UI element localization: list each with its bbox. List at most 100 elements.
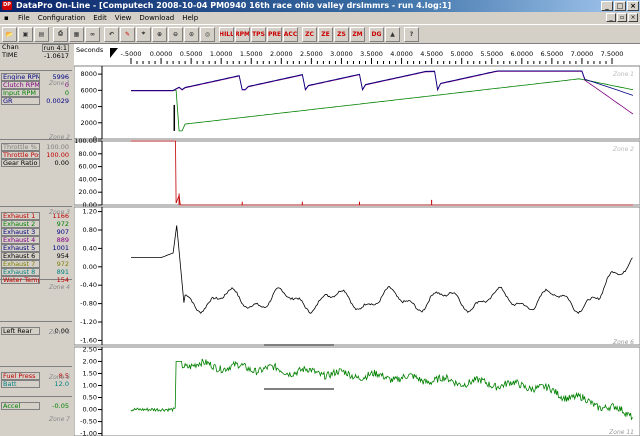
channel-label[interactable]: Exhaust 6 (1, 252, 40, 260)
channel-label[interactable]: Clutch RPM (1, 81, 40, 89)
binoculars-icon[interactable]: ∞ (85, 26, 100, 42)
dg-label: DG (371, 30, 382, 38)
folder-icon[interactable]: ▤ (34, 26, 49, 42)
undo-icon[interactable]: ↶ (104, 26, 119, 42)
y-tick-label: 80.00 (78, 150, 97, 158)
zone-e-label: ZE (321, 30, 330, 38)
channel-row[interactable]: Throttle % 100.00 (0, 143, 72, 151)
channel-label[interactable]: Fuel Press (1, 372, 40, 380)
menu-bar: ▪ File Configuration Edit View Download … (0, 12, 640, 24)
channel-label[interactable]: Throttle Pos (1, 151, 40, 159)
print-icon[interactable]: ⎙ (53, 26, 68, 42)
channel-row[interactable]: Exhaust 4 889 (0, 236, 72, 244)
print-preview-icon[interactable]: ▦ (69, 26, 84, 42)
plot-area[interactable]: Seconds -.5000 0.0000 0.5000 1.0000 1.5000 2.0… (74, 44, 640, 436)
mdi-minimize-button[interactable]: _ (606, 13, 616, 22)
marker-pre-button[interactable]: PRE (267, 26, 282, 42)
help-icon[interactable]: ? (404, 26, 419, 42)
save-icon[interactable]: ▣ (18, 26, 33, 42)
maximize-button[interactable]: □ (614, 1, 626, 11)
channel-row[interactable]: Gear Ratio 0.00 (0, 159, 72, 167)
zone-s-button[interactable]: ZS (334, 26, 349, 42)
channel-row[interactable]: Input RPM 0 (0, 89, 72, 97)
mdi-close-button[interactable]: × (628, 13, 638, 22)
time-tick-label: 1.0000 (210, 50, 233, 58)
marker-hill-button[interactable]: HILL (219, 26, 234, 42)
mdi-restore-button[interactable]: ▫ (617, 13, 627, 22)
channel-row[interactable]: Exhaust 6 954 (0, 252, 72, 260)
open-folder-icon[interactable]: 📂 (2, 26, 17, 42)
channel-row[interactable]: Batt 12.0 (0, 380, 72, 388)
channel-row[interactable]: Exhaust 8 891 (0, 268, 72, 276)
channel-label[interactable]: Input RPM (1, 89, 40, 97)
zone-m-button[interactable]: ZM (350, 26, 365, 42)
close-button[interactable]: × (627, 1, 639, 11)
channel-row[interactable]: Exhaust 5 1001 (0, 244, 72, 252)
zoom-fit-icon[interactable]: ◎ (200, 26, 215, 42)
zone-e-button[interactable]: ZE (318, 26, 333, 42)
panel-splitter-handle[interactable] (264, 388, 334, 390)
channel-label[interactable]: Batt (1, 380, 40, 388)
cursor-flag-icon[interactable] (110, 48, 118, 58)
zoom-in-icon[interactable]: ⊕ (152, 26, 167, 42)
channel-label[interactable]: Engine RPM (1, 73, 40, 81)
zone-separator[interactable] (0, 321, 72, 322)
channel-label[interactable]: Left Rear (1, 327, 40, 335)
time-tick-label: 3.5000 (360, 50, 383, 58)
channel-row[interactable]: GR 0.0029 (0, 97, 72, 105)
channel-label[interactable]: Exhaust 8 (1, 268, 40, 276)
channel-label[interactable]: Exhaust 2 (1, 220, 40, 228)
y-tick-label: -0.80 (80, 300, 97, 308)
marker-acc-button[interactable]: ACC (283, 26, 298, 42)
menu-configuration[interactable]: Configuration (34, 14, 89, 22)
channel-label[interactable]: Exhaust 4 (1, 236, 40, 244)
channel-row[interactable]: Exhaust 3 907 (0, 228, 72, 236)
menu-file[interactable]: File (14, 14, 34, 22)
channel-row[interactable]: Throttle Pos 100.00 (0, 151, 72, 159)
pencil-icon[interactable]: ✎ (120, 26, 135, 42)
channel-label[interactable]: GR (1, 97, 40, 105)
menu-edit[interactable]: Edit (89, 14, 111, 22)
zone-separator[interactable] (0, 70, 72, 71)
panel-splitter-handle[interactable] (264, 344, 334, 346)
channel-label[interactable]: Accel (1, 402, 40, 410)
zoom-out-icon[interactable]: ⊖ (168, 26, 183, 42)
doc-icon[interactable]: ▪ (0, 14, 14, 22)
menu-download[interactable]: Download (135, 14, 178, 22)
channel-label[interactable]: Exhaust 3 (1, 228, 40, 236)
zoom-all-icon[interactable]: ⊙ (184, 26, 199, 42)
marker-tps-button[interactable]: TPS (251, 26, 266, 42)
minimize-button[interactable]: _ (601, 1, 613, 11)
channel-row[interactable]: Water Temp 154 (0, 276, 72, 284)
channel-label[interactable]: Throttle % (1, 143, 40, 151)
plot-panel[interactable] (74, 206, 640, 346)
channel-label[interactable]: Exhaust 7 (1, 260, 40, 268)
marker-icon[interactable]: ⌖ (136, 26, 151, 42)
dg-button[interactable]: DG (369, 26, 384, 42)
channel-row[interactable]: Exhaust 2 972 (0, 220, 72, 228)
channel-label[interactable]: Water Temp (1, 276, 40, 284)
channel-label[interactable]: Gear Ratio (1, 159, 40, 167)
time-tick-label: 6.0000 (510, 50, 533, 58)
channel-panel: Chan run 4:1 TIME -1.0617 Engine RPM 5996… (0, 44, 72, 436)
chan-value: run 4:1 (41, 44, 69, 52)
channel-row[interactable]: Accel -0.05 (0, 402, 72, 410)
zone-label: Zone 4 (49, 284, 70, 291)
zone-c-button[interactable]: ZC (302, 26, 317, 42)
menu-help[interactable]: Help (178, 14, 202, 22)
toolbar: 📂 ▣ ▤ ⎙ ▦ ∞ ↶ ✎ ⌖ ⊕ ⊖ ⊙ ◎ HILL RPM TPS P… (0, 24, 640, 44)
channel-row[interactable]: Exhaust 7 972 (0, 260, 72, 268)
zone-separator[interactable] (0, 366, 72, 367)
plot-panel[interactable] (74, 65, 640, 140)
triangle-icon[interactable]: ▲ (385, 26, 400, 42)
plot-panel[interactable] (74, 140, 640, 206)
zone-separator[interactable] (0, 396, 72, 397)
zone-separator[interactable] (0, 206, 72, 207)
menu-view[interactable]: View (111, 14, 136, 22)
channel-label[interactable]: Exhaust 5 (1, 244, 40, 252)
channel-label[interactable]: Exhaust 1 (1, 212, 40, 220)
marker-rpm-button[interactable]: RPM (235, 26, 250, 42)
zone-label: Zone 3 (49, 209, 70, 216)
mdi-controls: _ ▫ × (606, 13, 638, 22)
plot-canvas[interactable]: Seconds -.5000 0.0000 0.5000 1.0000 1.5000 2.0… (74, 44, 640, 436)
